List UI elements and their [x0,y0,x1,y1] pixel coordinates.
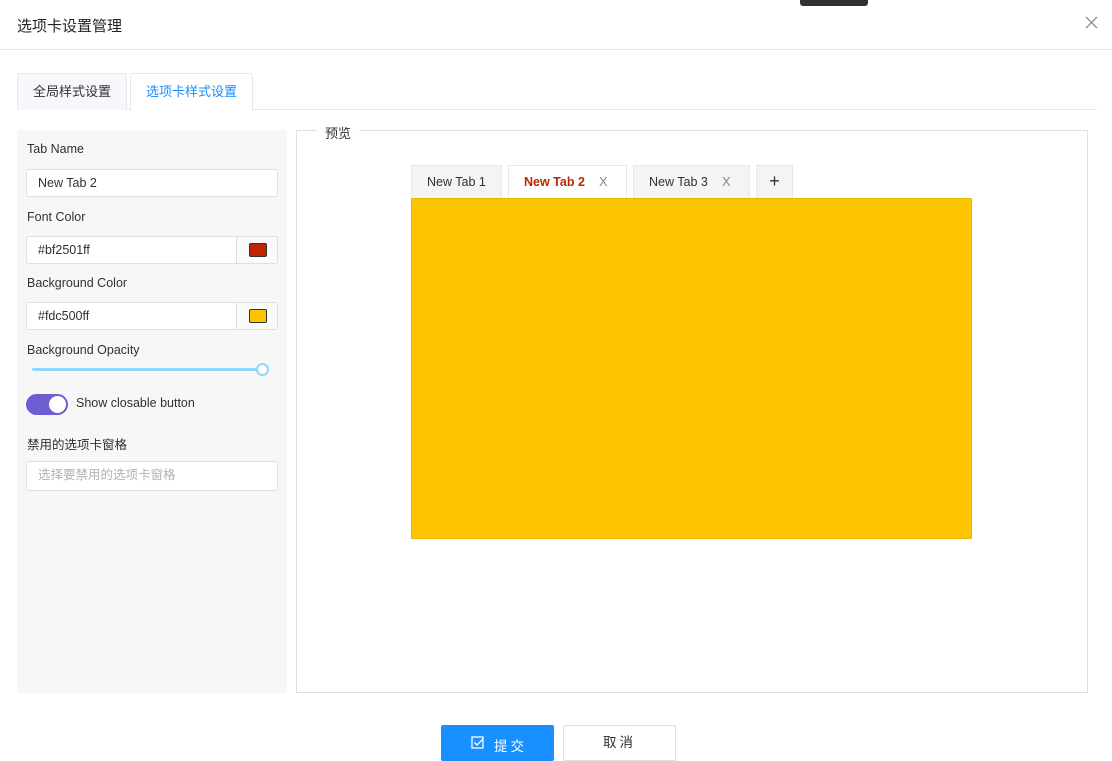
bg-color-field: #fdc500ff [26,302,278,330]
settings-tabs: 全局样式设置 选项卡样式设置 [17,73,1097,111]
font-color-field: #bf2501ff [26,236,278,264]
submit-button[interactable]: 提交 [441,725,554,761]
settings-form-panel: Tab Name New Tab 2 Font Color #bf2501ff … [17,130,287,693]
bg-opacity-slider-track[interactable] [32,368,262,371]
preview-tab-label: New Tab 1 [427,175,486,189]
bg-color-swatch [249,309,267,323]
tab-name-label: Tab Name [27,142,84,156]
check-square-icon [471,736,484,749]
tab-name-input[interactable]: New Tab 2 [26,169,278,197]
preview-tab-label: New Tab 2 [524,175,585,189]
preview-tab-label: New Tab 3 [649,175,708,189]
close-icon[interactable]: X [722,166,731,198]
preview-tab-pane [411,198,972,539]
submit-label: 提交 [494,739,527,754]
font-color-swatch [249,243,267,257]
bg-color-picker[interactable] [236,302,278,330]
closable-toggle-label: Show closable button [76,396,195,410]
bg-color-label: Background Color [27,276,128,290]
preview-tab-2[interactable]: New Tab 2 X [508,165,627,198]
close-icon [1085,16,1098,29]
disabled-tabs-select[interactable]: 选择要禁用的选项卡窗格 [26,461,278,491]
tab-global-style[interactable]: 全局样式设置 [17,73,127,110]
bg-color-input[interactable]: #fdc500ff [26,302,237,330]
cancel-button[interactable]: 取消 [563,725,676,761]
font-color-label: Font Color [27,210,86,224]
plus-icon: + [769,171,780,191]
dialog-title: 选项卡设置管理 [17,18,123,35]
font-color-picker[interactable] [236,236,278,264]
close-icon[interactable]: X [599,166,608,198]
add-tab-button[interactable]: + [756,165,793,198]
close-dialog-button[interactable] [1082,13,1102,33]
preview-tab-1[interactable]: New Tab 1 [411,165,502,198]
dialog-header: 选项卡设置管理 [0,0,1112,50]
preview-panel: 预览 New Tab 1 New Tab 2 X New Tab 3 X + [296,123,1088,693]
bg-opacity-label: Background Opacity [27,343,140,357]
preview-legend: 预览 [317,123,360,142]
bg-opacity-slider-handle[interactable] [256,363,269,376]
disabled-tabs-label: 禁用的选项卡窗格 [27,438,128,452]
preview-tab-3[interactable]: New Tab 3 X [633,165,750,198]
font-color-input[interactable]: #bf2501ff [26,236,237,264]
tab-tab-style[interactable]: 选项卡样式设置 [130,73,253,111]
closable-toggle[interactable] [26,394,68,415]
toggle-knob [49,396,66,413]
